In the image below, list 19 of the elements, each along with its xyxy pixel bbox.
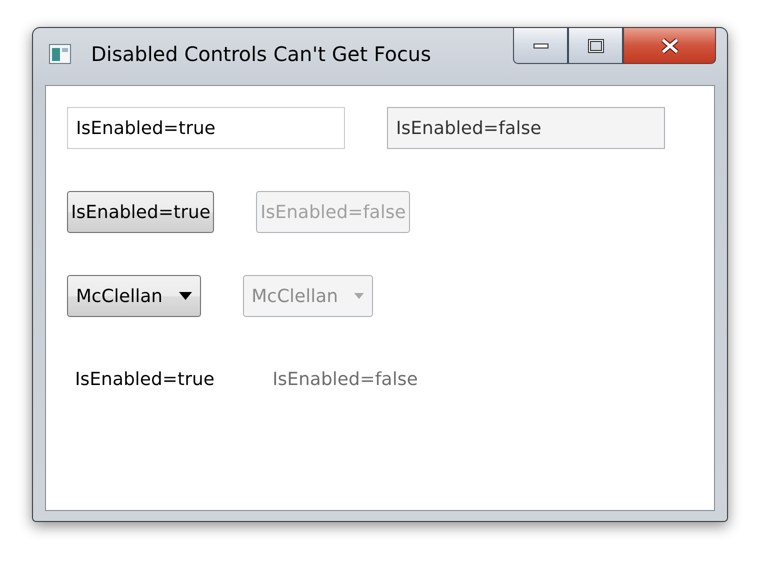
close-button[interactable]	[623, 28, 716, 64]
text-field: IsEnabled=false	[387, 107, 665, 149]
combo-value: McClellan	[76, 286, 163, 306]
push-button[interactable]: IsEnabled=true	[67, 191, 214, 233]
text-field[interactable]: IsEnabled=true	[67, 107, 345, 149]
combo-box[interactable]: McClellan	[67, 275, 201, 317]
push-button: IsEnabled=false	[256, 191, 410, 233]
dropdown-arrow-icon	[178, 292, 192, 300]
minimize-icon	[532, 42, 548, 48]
dropdown-arrow-icon	[354, 293, 364, 299]
label-text: IsEnabled=true	[75, 369, 214, 390]
close-icon	[660, 38, 680, 54]
minimize-button[interactable]	[513, 28, 568, 64]
window-title: Disabled Controls Can't Get Focus	[91, 42, 432, 66]
combo-value: McClellan	[252, 286, 338, 306]
maximize-button[interactable]	[568, 28, 623, 64]
app-icon	[49, 44, 71, 64]
maximize-icon	[588, 38, 604, 52]
label-text: IsEnabled=false	[272, 369, 418, 390]
